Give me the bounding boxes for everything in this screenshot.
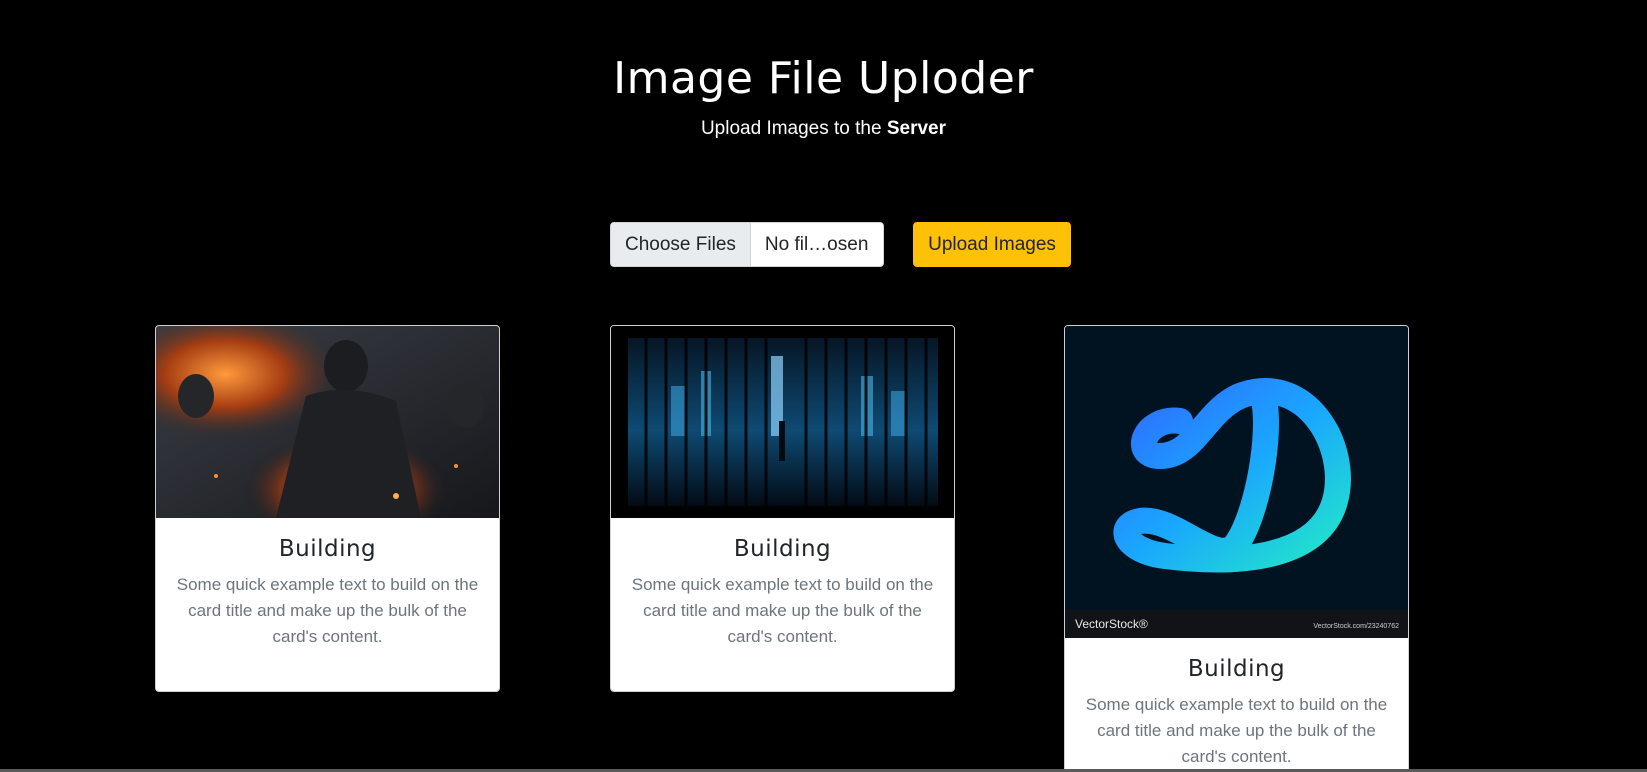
card-body: Building Some quick example text to buil…	[156, 518, 499, 670]
choose-files-button[interactable]: Choose Files	[611, 223, 751, 266]
card-title: Building	[278, 536, 377, 562]
card-body: Building Some quick example text to buil…	[611, 518, 954, 670]
file-status-text: No fil…osen	[764, 233, 869, 255]
soldier-fire-photo	[156, 326, 499, 518]
page-header: Image File Uploder Upload Images to the …	[0, 50, 1647, 142]
image-card: Building Some quick example text to buil…	[610, 325, 955, 692]
city-night-photo	[611, 326, 954, 518]
letter-d-logo: VectorStock® VectorStock.com/23240762	[1065, 326, 1408, 638]
card-body: Building Some quick example text to buil…	[1065, 638, 1408, 772]
page: Image File Uploder Upload Images to the …	[0, 0, 1647, 772]
card-image	[611, 326, 954, 518]
image-card: Building Some quick example text to buil…	[155, 325, 500, 692]
upload-form: Choose Files No fil…osen Upload Images	[610, 222, 1071, 267]
card-title: Building	[733, 536, 832, 562]
card-text: Some quick example text to build on the …	[1085, 695, 1388, 766]
card-image: VectorStock® VectorStock.com/23240762	[1065, 326, 1408, 638]
page-title: Image File Uploder	[613, 53, 1034, 104]
image-caption-left: VectorStock®	[1075, 617, 1148, 631]
card-title: Building	[1187, 656, 1286, 682]
card-image	[156, 326, 499, 518]
file-input[interactable]: Choose Files No fil…osen	[610, 222, 884, 267]
card-text: Some quick example text to build on the …	[631, 575, 934, 646]
subtitle-text: Upload Images to the	[700, 118, 882, 139]
image-card: VectorStock® VectorStock.com/23240762 Bu…	[1064, 325, 1409, 772]
image-caption-right: VectorStock.com/23240762	[1313, 623, 1399, 630]
card-text: Some quick example text to build on the …	[176, 575, 479, 646]
subtitle-bold: Server	[886, 118, 947, 139]
upload-images-button[interactable]: Upload Images	[913, 222, 1071, 267]
page-subtitle: Upload Images to the Server	[0, 116, 1647, 142]
